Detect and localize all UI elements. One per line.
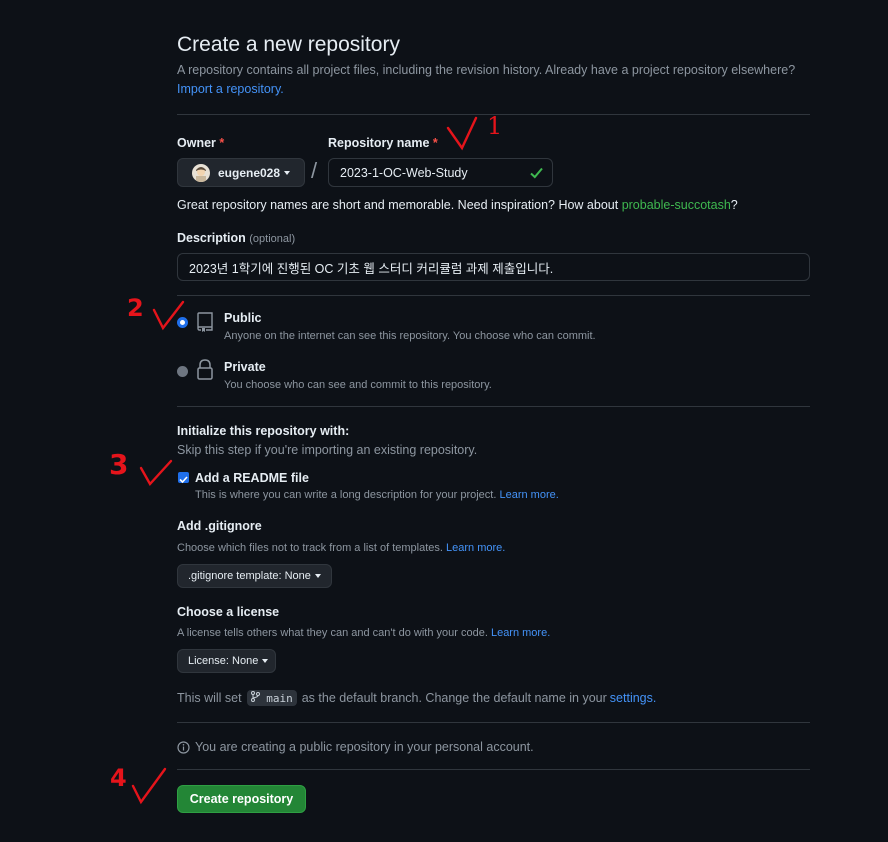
repo-name-hint: Great repository names are short and mem… (177, 198, 738, 212)
repo-icon (197, 312, 213, 332)
import-repository-link[interactable]: Import a repository. (177, 82, 284, 96)
create-repository-button[interactable]: Create repository (177, 785, 306, 813)
annotation-check-icon (152, 300, 185, 331)
page-description: A repository contains all project files,… (177, 63, 796, 77)
public-label: Public (224, 311, 262, 325)
git-branch-icon (250, 691, 260, 702)
private-label: Private (224, 360, 266, 374)
description-label: Description (optional) (177, 231, 296, 245)
gitignore-label: Add .gitignore (177, 519, 262, 533)
owner-repo-separator: / (311, 158, 318, 183)
checkmark-icon (179, 476, 188, 484)
readme-learn-more-link[interactable]: Learn more. (499, 489, 558, 501)
name-suggestion[interactable]: probable-succotash (622, 198, 731, 212)
annotation-number-4: 4 (110, 764, 127, 792)
settings-link[interactable]: settings. (610, 691, 657, 705)
license-learn-more-link[interactable]: Learn more. (491, 627, 550, 639)
chevron-down-icon (262, 659, 269, 663)
license-select[interactable]: License: None (177, 649, 276, 673)
avatar (192, 163, 210, 182)
license-label: Choose a license (177, 605, 280, 619)
owner-select[interactable]: eugene028 (177, 158, 305, 187)
public-description: Anyone on the internet can see this repo… (224, 330, 596, 342)
readme-checkbox[interactable] (178, 472, 189, 484)
init-subheading: Skip this step if you're importing an ex… (177, 443, 478, 457)
annotation-number-3: 3 (109, 448, 129, 481)
divider (177, 406, 810, 407)
init-heading: Initialize this repository with: (177, 424, 350, 438)
gitignore-learn-more-link[interactable]: Learn more. (446, 542, 505, 554)
public-repo-notice: You are creating a public repository in … (177, 740, 534, 754)
chevron-down-icon (284, 170, 291, 175)
gitignore-description: Choose which files not to track from a l… (177, 542, 506, 554)
branch-name: main (246, 690, 297, 706)
lock-icon (197, 359, 213, 380)
owner-label: Owner * (177, 136, 225, 150)
repo-name-input[interactable]: 2023-1-OC-Web-Study (328, 158, 553, 187)
chevron-down-icon (314, 574, 321, 578)
private-description: You choose who can see and commit to thi… (224, 379, 492, 391)
divider (177, 295, 810, 296)
info-icon (177, 740, 190, 754)
page-title: Create a new repository (177, 33, 400, 56)
readme-label: Add a README file (195, 471, 309, 485)
repo-name-label: Repository name * (328, 136, 438, 150)
private-radio[interactable] (177, 366, 188, 377)
divider (177, 769, 810, 770)
divider (177, 722, 810, 723)
license-description: A license tells others what they can and… (177, 627, 551, 639)
gitignore-template-select[interactable]: .gitignore template: None (177, 564, 332, 588)
annotation-number-1: 1 (487, 112, 503, 140)
default-branch-info: This will set main as the default branch… (177, 690, 657, 706)
annotation-number-2: 2 (127, 294, 144, 322)
annotation-check-icon (131, 767, 167, 805)
annotation-check-icon (139, 459, 173, 487)
readme-description: This is where you can write a long descr… (195, 489, 559, 501)
check-icon (530, 167, 543, 179)
description-input[interactable]: 2023년 1학기에 진행된 OC 기초 웹 스터디 커리큘럼 과제 제출입니다… (177, 253, 810, 281)
